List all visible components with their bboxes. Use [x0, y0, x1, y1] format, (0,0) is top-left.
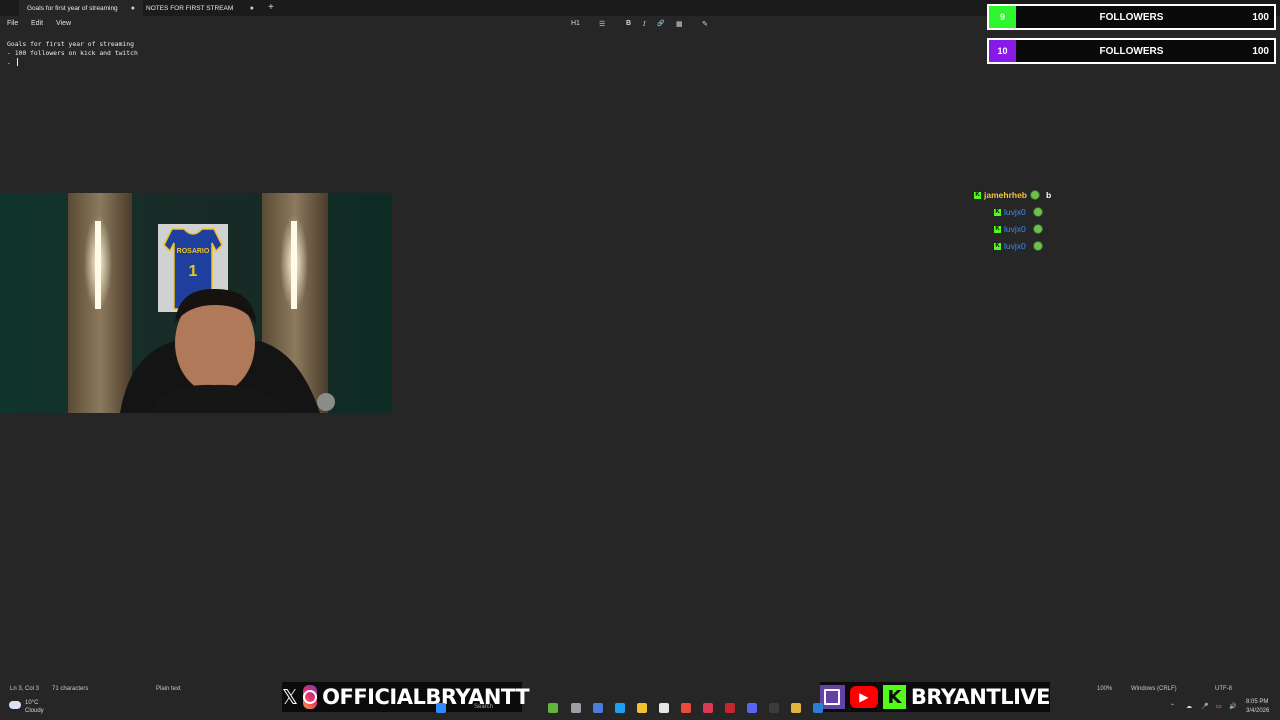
- follower-goal-target: 100: [1252, 45, 1269, 57]
- follower-goal-label: FOLLOWERS: [1099, 11, 1164, 23]
- bold-button[interactable]: B: [626, 20, 631, 27]
- menu-file[interactable]: File: [7, 20, 18, 27]
- tab-title: NOTES FOR FIRST STREAM: [146, 4, 234, 12]
- chat-text: b: [1046, 190, 1052, 200]
- line-ending[interactable]: Windows (CRLF): [1131, 686, 1177, 692]
- editor-line: - 100 followers on kick and twitch: [7, 49, 138, 57]
- adobe-icon[interactable]: [725, 703, 735, 713]
- text-format[interactable]: Plain text: [156, 686, 181, 692]
- chat-username: luvjx0: [1004, 207, 1026, 217]
- discord-icon[interactable]: [747, 703, 757, 713]
- show-hidden-icons-icon[interactable]: ⌃: [1170, 703, 1175, 710]
- text-caret: [16, 58, 18, 66]
- display-icon[interactable]: ▭: [1216, 703, 1222, 710]
- social-banner-right: ▶ K BRYANTLIVE: [820, 682, 1051, 712]
- x-icon: 𝕏: [282, 685, 299, 709]
- webcam-scene: ROSARIO 1: [0, 193, 392, 413]
- emote-icon: [1030, 190, 1040, 200]
- chat-message: K luvjx0: [994, 241, 1043, 251]
- chat-username: luvjx0: [1004, 224, 1026, 234]
- taskbar-search[interactable]: Search: [474, 704, 493, 710]
- tab-title: Goals for first year of streaming: [27, 4, 118, 12]
- editor-line: Goals for first year of streaming: [7, 40, 134, 48]
- heading-dropdown[interactable]: H1: [571, 20, 580, 27]
- editor-line: -: [7, 58, 138, 68]
- kick-badge-icon: K: [994, 208, 1001, 216]
- italic-button[interactable]: I: [643, 20, 645, 28]
- volume-icon[interactable]: 🔊: [1229, 703, 1236, 710]
- social-handle: OFFICIALBRYANTT: [322, 685, 530, 709]
- tab-notes[interactable]: NOTES FOR FIRST STREAM ●: [138, 0, 262, 16]
- unsaved-indicator-icon[interactable]: ●: [250, 5, 254, 12]
- new-tab-button[interactable]: +: [268, 2, 274, 13]
- mic-icon: [317, 393, 335, 411]
- task-view-icon[interactable]: [571, 703, 581, 713]
- twitch-icon: [820, 685, 845, 709]
- instagram-icon: [303, 685, 318, 709]
- file-explorer-icon[interactable]: [637, 703, 647, 713]
- start-icon[interactable]: [436, 703, 446, 713]
- follower-goal-bar: 10 FOLLOWERS 100: [987, 38, 1276, 64]
- clock-time[interactable]: 8:05 PM: [1246, 699, 1268, 705]
- chat-message: K luvjx0: [994, 207, 1043, 217]
- notepad-icon[interactable]: [813, 703, 823, 713]
- widgets-icon[interactable]: [548, 703, 558, 713]
- weather-temp[interactable]: 10°C: [25, 700, 38, 706]
- emote-icon: [1032, 241, 1043, 251]
- follower-goal-bar: 9 FOLLOWERS 100: [987, 4, 1276, 30]
- kick-badge-icon: K: [974, 191, 981, 199]
- kick-icon: K: [883, 685, 906, 709]
- youtube-icon: ▶: [849, 686, 879, 708]
- chrome-profile-icon[interactable]: [791, 703, 801, 713]
- copilot-icon[interactable]: [593, 703, 603, 713]
- onedrive-icon[interactable]: ☁: [1186, 703, 1192, 710]
- weather-icon[interactable]: [9, 701, 21, 709]
- chat-username: luvjx0: [1004, 241, 1026, 251]
- kick-badge-icon: K: [994, 225, 1001, 233]
- encoding[interactable]: UTF-8: [1215, 686, 1232, 692]
- emote-icon: [1032, 207, 1043, 217]
- store-icon[interactable]: [659, 703, 669, 713]
- terminal-icon[interactable]: [769, 703, 779, 713]
- kick-badge-icon: K: [994, 242, 1001, 250]
- menu-view[interactable]: View: [56, 20, 71, 27]
- chat-message: K jamehrheb b: [974, 190, 1051, 200]
- cursor-position: Ln 3, Col 3: [10, 686, 40, 692]
- jersey-name: ROSARIO: [177, 248, 210, 255]
- zoom-level[interactable]: 100%: [1097, 686, 1112, 692]
- webcam-feed: ROSARIO 1: [0, 193, 392, 413]
- list-icon[interactable]: ☰: [599, 20, 605, 28]
- social-handle: BRYANTLIVE: [910, 685, 1051, 709]
- unsaved-indicator-icon[interactable]: ●: [131, 5, 135, 12]
- follower-goal-label: FOLLOWERS: [1099, 45, 1164, 57]
- link-icon[interactable]: 🔗: [657, 20, 664, 27]
- mic-tray-icon[interactable]: 🎤: [1201, 703, 1208, 710]
- emote-icon: [1032, 224, 1043, 234]
- chat-username: jamehrheb: [984, 190, 1027, 200]
- wall-light-right: [291, 221, 297, 309]
- follower-goal-target: 100: [1252, 11, 1269, 23]
- editor-text-area[interactable]: Goals for first year of streaming - 100 f…: [7, 40, 138, 68]
- jersey-number: 1: [189, 263, 198, 280]
- table-icon[interactable]: ▦: [676, 20, 683, 28]
- tab-goals[interactable]: Goals for first year of streaming ●: [19, 0, 143, 16]
- edge-icon[interactable]: [615, 703, 625, 713]
- menu-edit[interactable]: Edit: [31, 20, 43, 27]
- chrome-icon[interactable]: [681, 703, 691, 713]
- app-icon[interactable]: [703, 703, 713, 713]
- character-count: 71 characters: [52, 686, 89, 692]
- clock-date[interactable]: 3/4/2026: [1246, 708, 1269, 714]
- chat-message: K luvjx0: [994, 224, 1043, 234]
- clear-formatting-icon[interactable]: ✎: [702, 20, 708, 28]
- weather-desc[interactable]: Cloudy: [25, 708, 44, 714]
- wall-light-left: [95, 221, 101, 309]
